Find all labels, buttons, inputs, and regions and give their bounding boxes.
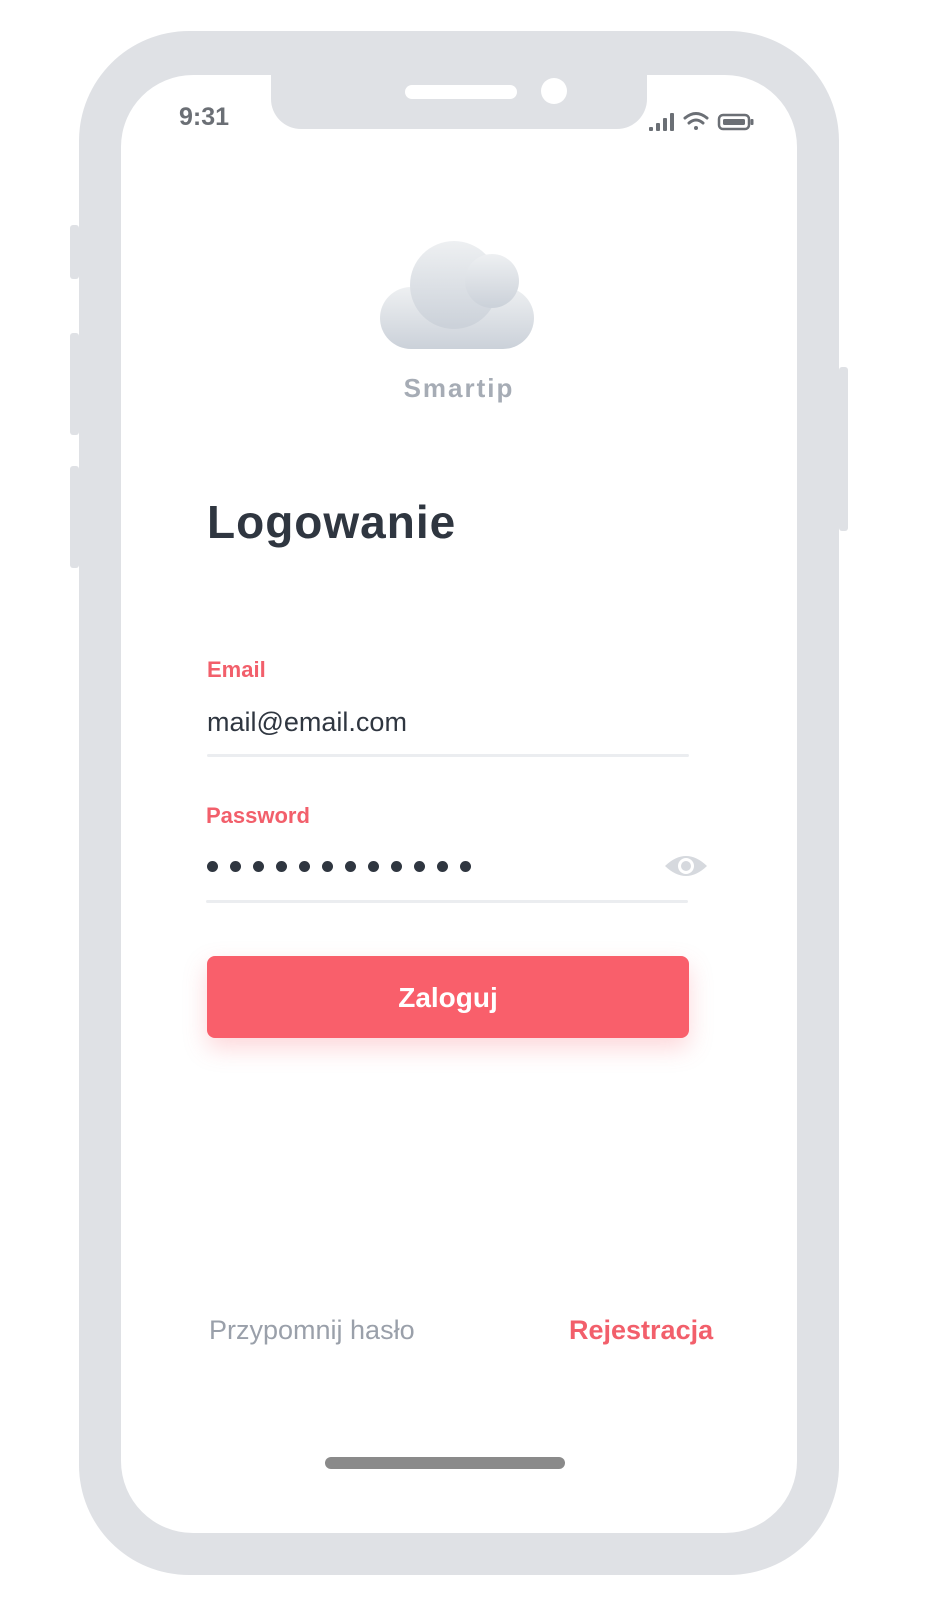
forgot-password-link[interactable]: Przypomnij hasło [209, 1315, 415, 1346]
app-screen: 9:31 Smartip Logowanie Email mail@email.… [121, 75, 797, 1533]
eye-icon[interactable] [663, 851, 709, 881]
power-button [839, 367, 848, 531]
volume-down-button [70, 466, 79, 568]
password-mask-dot [391, 861, 402, 872]
volume-up-button [70, 333, 79, 435]
password-mask-dot [414, 861, 425, 872]
cloud-icon [380, 241, 534, 349]
password-mask-dot [368, 861, 379, 872]
battery-icon [717, 113, 754, 131]
password-mask-dot [253, 861, 264, 872]
status-time: 9:31 [179, 103, 230, 131]
password-mask-dot [230, 861, 241, 872]
password-mask-dot [437, 861, 448, 872]
front-camera [541, 78, 567, 104]
password-mask-dot [345, 861, 356, 872]
password-mask-dot [460, 861, 471, 872]
wifi-icon [683, 112, 709, 130]
password-underline [206, 900, 688, 903]
password-mask-dot [299, 861, 310, 872]
email-underline [207, 754, 689, 757]
page-title: Logowanie [207, 496, 457, 548]
phone-frame: 9:31 Smartip Logowanie Email mail@email.… [70, 31, 848, 1575]
login-button[interactable]: Zaloguj [207, 956, 689, 1038]
status-icons [649, 112, 754, 131]
password-label: Password [206, 803, 310, 828]
device-notch [271, 75, 647, 129]
email-field[interactable]: mail@email.com [207, 707, 407, 738]
password-mask-dot [207, 861, 218, 872]
register-link[interactable]: Rejestracja [569, 1315, 713, 1346]
earpiece-speaker [405, 85, 517, 99]
silent-switch [70, 225, 79, 279]
password-mask-dot [322, 861, 333, 872]
password-field[interactable] [207, 861, 471, 872]
home-indicator [325, 1457, 565, 1469]
password-mask-dot [276, 861, 287, 872]
cellular-signal-icon [649, 113, 674, 131]
brand-name: Smartip [403, 373, 515, 403]
email-label: Email [207, 657, 266, 682]
